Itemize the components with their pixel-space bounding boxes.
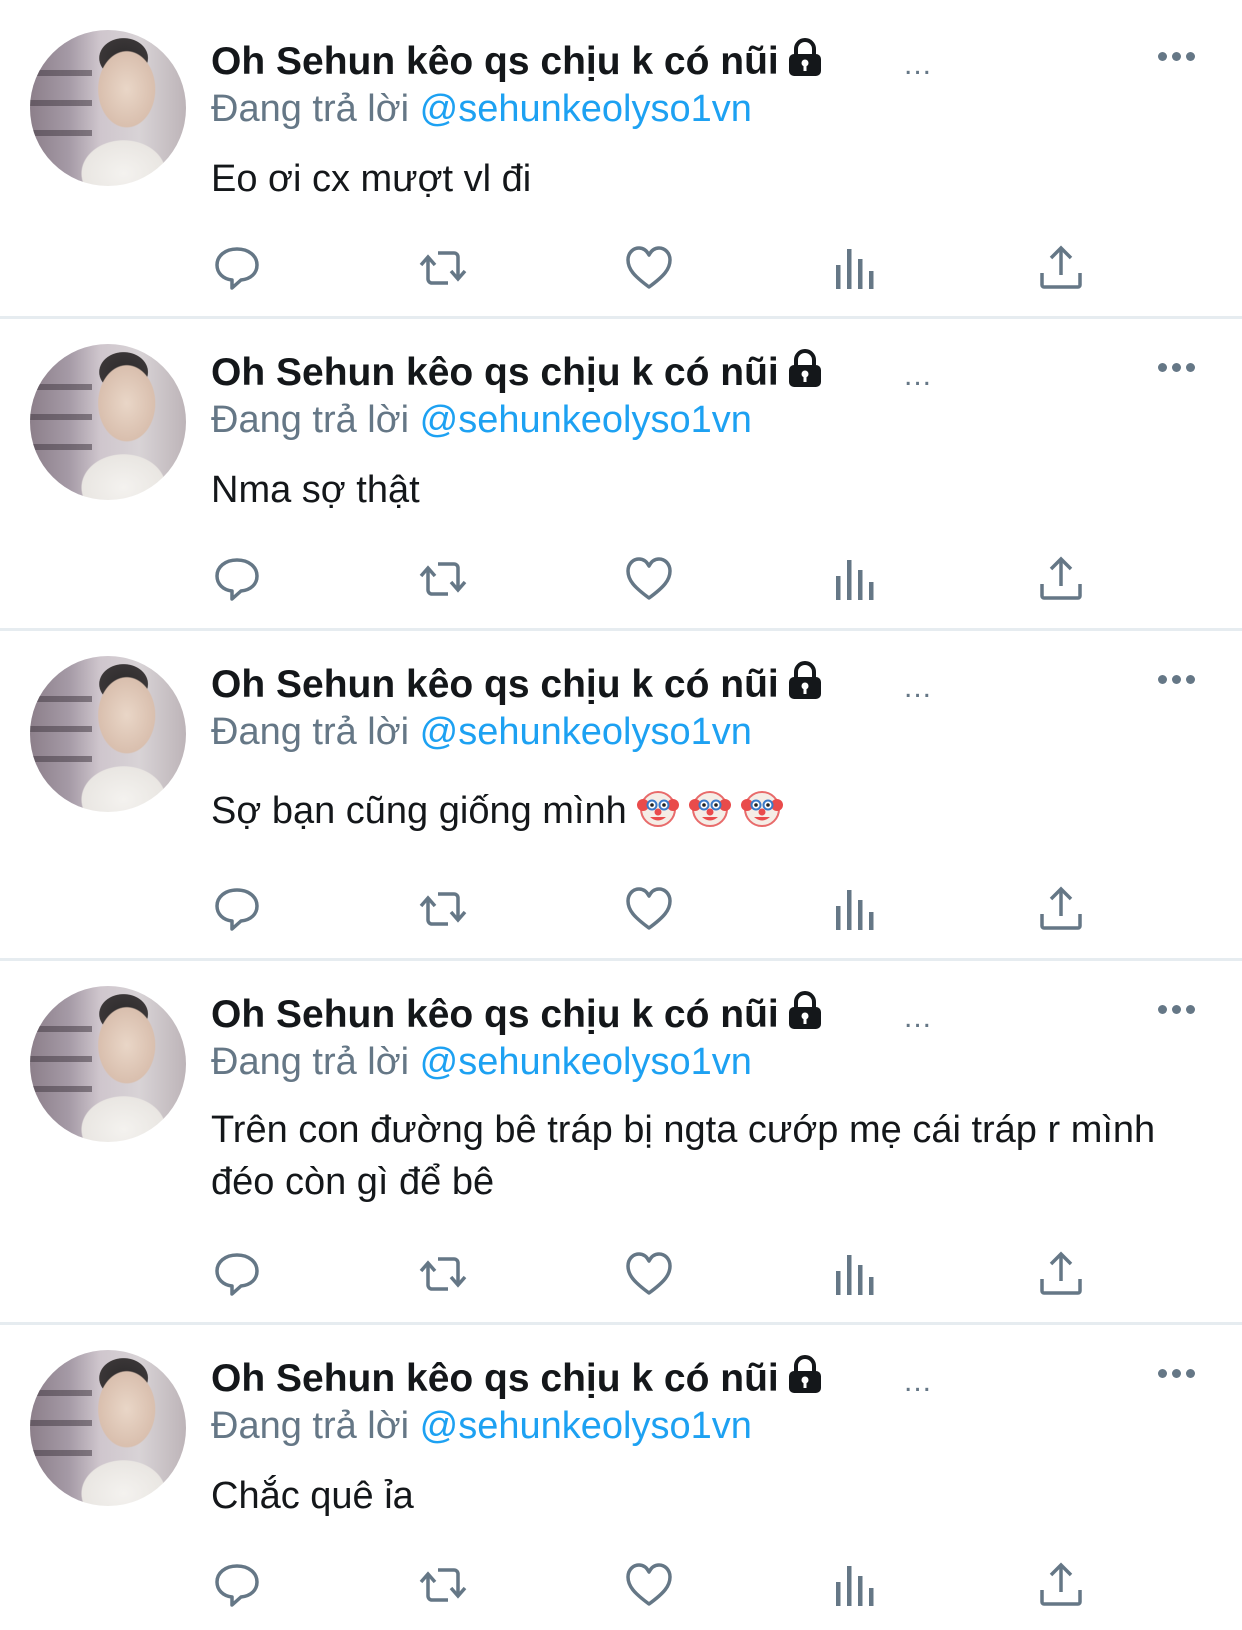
tweet[interactable]: Oh Sehun kêo qs chịu k có nũi ... Đang t… xyxy=(0,962,1242,1322)
lock-icon xyxy=(788,38,821,76)
tweet[interactable]: Oh Sehun kêo qs chịu k có nũi ... Đang t… xyxy=(0,632,1242,958)
share-icon[interactable] xyxy=(1036,884,1086,934)
share-icon[interactable] xyxy=(1036,1560,1086,1610)
tweet[interactable]: Oh Sehun kêo qs chịu k có nũi ... Đang t… xyxy=(0,0,1242,318)
like-icon[interactable] xyxy=(624,554,674,604)
tweet-actions xyxy=(0,1560,1242,1610)
analytics-icon[interactable] xyxy=(830,554,880,604)
avatar[interactable] xyxy=(30,344,186,500)
lock-icon xyxy=(788,661,821,699)
lock-icon xyxy=(788,991,821,1029)
more-options-icon[interactable] xyxy=(1158,52,1196,62)
name-truncation: ... xyxy=(904,359,933,392)
reply-handle-link[interactable]: @sehunkeolyso1vn xyxy=(420,1041,752,1083)
share-icon[interactable] xyxy=(1036,243,1086,293)
reply-label: Đang trả lời xyxy=(211,399,410,441)
like-icon[interactable] xyxy=(624,243,674,293)
reply-icon[interactable] xyxy=(212,1560,262,1610)
analytics-icon[interactable] xyxy=(830,1560,880,1610)
name-truncation: ... xyxy=(904,1001,933,1034)
more-options-icon[interactable] xyxy=(1158,1369,1196,1379)
more-options-icon[interactable] xyxy=(1158,1005,1196,1015)
tweet-text: Trên con đường bê tráp bị ngta cướp mẹ c… xyxy=(211,1109,1156,1203)
display-name[interactable]: Oh Sehun kêo qs chịu k có nũi xyxy=(211,38,823,85)
tweet-text: Nma sợ thật xyxy=(211,469,420,511)
retweet-icon[interactable] xyxy=(418,1560,468,1610)
like-icon[interactable] xyxy=(624,1249,674,1299)
reply-icon[interactable] xyxy=(212,243,262,293)
tweet-actions xyxy=(0,1249,1242,1299)
reply-label: Đang trả lời xyxy=(211,711,410,753)
reply-label: Đang trả lời xyxy=(211,1041,410,1083)
clown-face-icon xyxy=(636,791,679,827)
divider xyxy=(0,316,1242,319)
reply-handle-link[interactable]: @sehunkeolyso1vn xyxy=(420,399,752,441)
clown-face-icon xyxy=(740,791,783,827)
analytics-icon[interactable] xyxy=(830,1249,880,1299)
divider xyxy=(0,958,1242,961)
divider xyxy=(0,1322,1242,1325)
tweet-actions xyxy=(0,243,1242,293)
display-name-text: Oh Sehun kêo qs chịu k có nũi xyxy=(211,663,779,706)
tweet-text: Sợ bạn cũng giống mình xyxy=(211,785,1201,837)
name-truncation: ... xyxy=(904,1365,933,1398)
more-options-icon[interactable] xyxy=(1158,675,1196,685)
like-icon[interactable] xyxy=(624,884,674,934)
reply-icon[interactable] xyxy=(212,1249,262,1299)
tweet[interactable]: Oh Sehun kêo qs chịu k có nũi ... Đang t… xyxy=(0,1326,1242,1630)
avatar[interactable] xyxy=(30,1350,186,1506)
reply-context: Đang trả lời @sehunkeolyso1vn xyxy=(211,709,752,755)
display-name-text: Oh Sehun kêo qs chịu k có nũi xyxy=(211,1357,779,1400)
avatar[interactable] xyxy=(30,30,186,186)
tweet-actions xyxy=(0,884,1242,934)
reply-handle-link[interactable]: @sehunkeolyso1vn xyxy=(420,711,752,753)
divider xyxy=(0,628,1242,631)
reply-icon[interactable] xyxy=(212,554,262,604)
display-name[interactable]: Oh Sehun kêo qs chịu k có nũi xyxy=(211,991,823,1038)
tweet-text: Eo ơi cx mượt vl đi xyxy=(211,158,532,200)
reply-handle-link[interactable]: @sehunkeolyso1vn xyxy=(420,88,752,130)
retweet-icon[interactable] xyxy=(418,243,468,293)
more-options-icon[interactable] xyxy=(1158,363,1196,373)
name-truncation: ... xyxy=(904,48,933,81)
display-name-text: Oh Sehun kêo qs chịu k có nũi xyxy=(211,40,779,83)
tweet-text-content: Sợ bạn cũng giống mình xyxy=(211,790,627,832)
avatar[interactable] xyxy=(30,986,186,1142)
display-name-text: Oh Sehun kêo qs chịu k có nũi xyxy=(211,351,779,394)
reply-icon[interactable] xyxy=(212,884,262,934)
tweet-actions xyxy=(0,554,1242,604)
analytics-icon[interactable] xyxy=(830,884,880,934)
clown-face-icon xyxy=(688,791,731,827)
tweet[interactable]: Oh Sehun kêo qs chịu k có nũi ... Đang t… xyxy=(0,320,1242,628)
retweet-icon[interactable] xyxy=(418,884,468,934)
reply-context: Đang trả lời @sehunkeolyso1vn xyxy=(211,86,752,132)
avatar[interactable] xyxy=(30,656,186,812)
reply-handle-link[interactable]: @sehunkeolyso1vn xyxy=(420,1405,752,1447)
reply-context: Đang trả lời @sehunkeolyso1vn xyxy=(211,1039,752,1085)
display-name-text: Oh Sehun kêo qs chịu k có nũi xyxy=(211,993,779,1036)
reply-context: Đang trả lời @sehunkeolyso1vn xyxy=(211,397,752,443)
lock-icon xyxy=(788,349,821,387)
retweet-icon[interactable] xyxy=(418,1249,468,1299)
display-name[interactable]: Oh Sehun kêo qs chịu k có nũi xyxy=(211,349,823,396)
analytics-icon[interactable] xyxy=(830,243,880,293)
retweet-icon[interactable] xyxy=(418,554,468,604)
display-name[interactable]: Oh Sehun kêo qs chịu k có nũi xyxy=(211,1355,823,1402)
reply-label: Đang trả lời xyxy=(211,88,410,130)
reply-label: Đang trả lời xyxy=(211,1405,410,1447)
share-icon[interactable] xyxy=(1036,1249,1086,1299)
reply-context: Đang trả lời @sehunkeolyso1vn xyxy=(211,1403,752,1449)
display-name[interactable]: Oh Sehun kêo qs chịu k có nũi xyxy=(211,661,823,708)
lock-icon xyxy=(788,1355,821,1393)
tweet-text: Chắc quê ỉa xyxy=(211,1475,414,1517)
share-icon[interactable] xyxy=(1036,554,1086,604)
like-icon[interactable] xyxy=(624,1560,674,1610)
name-truncation: ... xyxy=(904,671,933,704)
